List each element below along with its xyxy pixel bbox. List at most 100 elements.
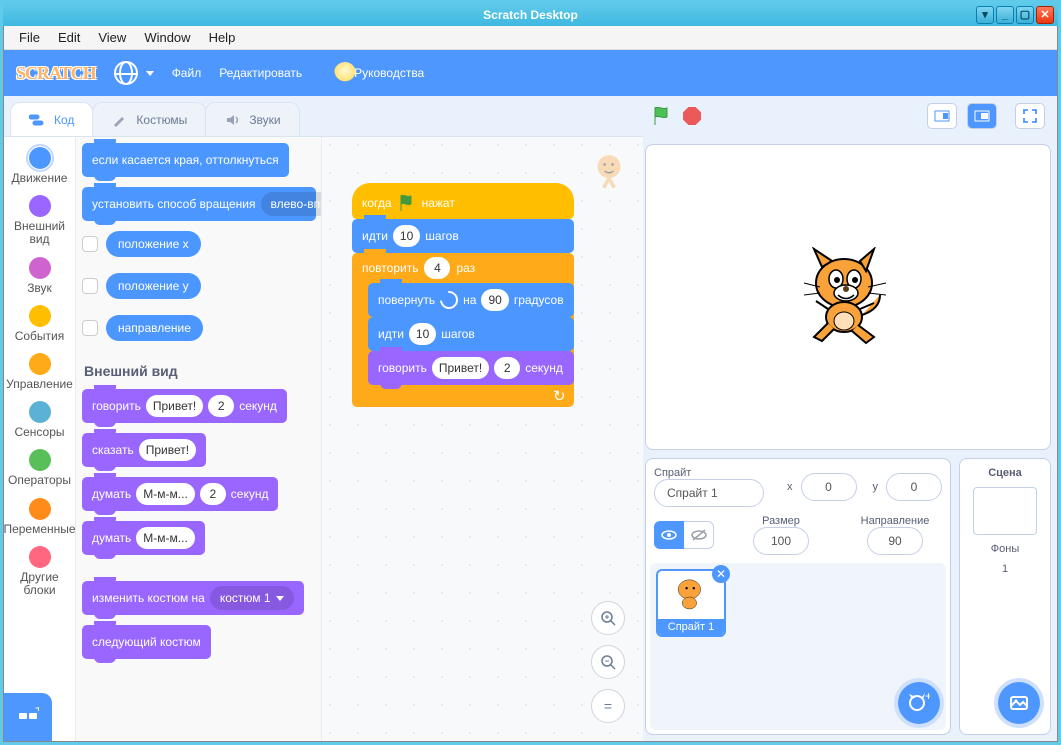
backdrop-thumb[interactable] — [973, 487, 1037, 535]
menu-file[interactable]: File — [10, 27, 49, 48]
repeat-n-input[interactable]: 4 — [424, 257, 450, 279]
size-label: Размер — [734, 515, 828, 527]
cat-variables-label: Переменные — [4, 523, 76, 536]
tab-code[interactable]: Код — [10, 102, 93, 136]
titlebar[interactable]: Scratch Desktop ▾ _ ▢ ✕ — [3, 3, 1058, 26]
checkbox-y[interactable] — [82, 278, 98, 294]
sprite-name-input[interactable]: Спрайт 1 — [654, 479, 764, 507]
say-msg-input[interactable]: Привет! — [146, 395, 203, 417]
block-palette[interactable]: если касается края, оттолкнуться установ… — [76, 137, 322, 741]
zoom-in-button[interactable] — [591, 601, 625, 635]
app-toolbar: SCRATCH Файл Редактировать Руководства — [4, 50, 1057, 96]
block-set-rotation[interactable]: установить способ вращениявлево-вправо — [82, 187, 316, 221]
menu-help[interactable]: Help — [200, 27, 245, 48]
hide-sprite-button[interactable] — [684, 521, 714, 549]
cat-motion[interactable]: Движение — [6, 143, 74, 189]
window-title: Scratch Desktop — [3, 8, 1058, 22]
block-switch-costume[interactable]: изменить костюм накостюм 1 — [82, 581, 304, 615]
block-move[interactable]: идти10шагов — [352, 219, 574, 253]
direction-input[interactable]: 90 — [867, 527, 923, 555]
script-canvas[interactable]: когданажат идти10шагов повторить4раз пов… — [322, 137, 643, 741]
think-sec-input[interactable]: 2 — [200, 483, 226, 505]
script-say-sec[interactable]: 2 — [494, 357, 520, 379]
toolbar-file[interactable]: Файл — [172, 66, 202, 80]
green-flag-button[interactable] — [651, 105, 673, 127]
cat-motion-label: Движение — [12, 172, 68, 185]
t: секунд — [525, 361, 563, 375]
reporter-position-x[interactable]: положение x — [106, 231, 201, 257]
cat-sound[interactable]: Звук — [6, 253, 74, 299]
say-msg-input2[interactable]: Привет! — [139, 439, 196, 461]
reporter-direction[interactable]: направление — [106, 315, 203, 341]
checkbox-dir[interactable] — [82, 320, 98, 336]
fullscreen-button[interactable] — [1015, 103, 1045, 129]
move-steps-input[interactable]: 10 — [393, 225, 420, 247]
cat-sensing[interactable]: Сенсоры — [6, 397, 74, 443]
cat-events-label: События — [15, 330, 65, 343]
x-input[interactable]: 0 — [801, 473, 857, 501]
cat-myblocks[interactable]: Другие блоки — [6, 542, 74, 601]
think-msg-input[interactable]: М-м-м... — [136, 483, 195, 505]
add-sprite-button[interactable]: + — [898, 682, 940, 724]
move2-steps-input[interactable]: 10 — [409, 323, 436, 345]
t: сказать — [92, 443, 134, 457]
script-say-msg[interactable]: Привет! — [432, 357, 489, 379]
zoom-reset-button[interactable]: = — [591, 689, 625, 723]
block-think[interactable]: думать М-м-м... — [82, 521, 205, 555]
globe-icon — [114, 61, 138, 85]
add-extension-button[interactable]: + — [4, 693, 52, 741]
tab-code-label: Код — [54, 113, 74, 127]
cat-events[interactable]: События — [6, 301, 74, 347]
costume-dropdown[interactable]: костюм 1 — [210, 586, 294, 610]
y-input[interactable]: 0 — [886, 473, 942, 501]
section-looks-title: Внешний вид — [84, 363, 321, 379]
menu-window[interactable]: Window — [135, 27, 199, 48]
script-stack[interactable]: когданажат идти10шагов повторить4раз пов… — [352, 183, 574, 407]
scratch-logo[interactable]: SCRATCH — [16, 63, 96, 84]
toolbar-edit[interactable]: Редактировать — [219, 66, 302, 80]
think-msg-input2[interactable]: М-м-м... — [136, 527, 195, 549]
sprite-thumb[interactable]: ✕ Спрайт 1 — [656, 569, 726, 637]
scene-panel: Сцена Фоны 1 — [959, 458, 1051, 735]
toolbar-tutorials[interactable]: Руководства — [334, 62, 424, 84]
tab-costumes[interactable]: Костюмы — [92, 102, 206, 136]
block-think-for[interactable]: думатьМ-м-м...2секунд — [82, 477, 278, 511]
cat-variables[interactable]: Переменные — [6, 494, 74, 540]
stage[interactable] — [645, 144, 1051, 450]
cat-looks[interactable]: Внешний вид — [6, 191, 74, 250]
rotation-style-dropdown[interactable]: влево-вправо — [261, 192, 322, 216]
menu-edit[interactable]: Edit — [49, 27, 89, 48]
scene-title: Сцена — [988, 467, 1022, 479]
block-say-script[interactable]: говоритьПривет!2секунд — [368, 351, 574, 385]
block-edge-bounce[interactable]: если касается края, оттолкнуться — [82, 143, 289, 177]
stop-button[interactable] — [683, 107, 701, 125]
checkbox-x[interactable] — [82, 236, 98, 252]
menu-view[interactable]: View — [89, 27, 135, 48]
block-next-costume[interactable]: следующий костюм — [82, 625, 211, 659]
tab-sounds[interactable]: Звуки — [205, 102, 299, 136]
t: думать — [92, 531, 131, 545]
add-backdrop-button[interactable] — [998, 682, 1040, 724]
cat-control[interactable]: Управление — [6, 349, 74, 395]
turn-deg-input[interactable]: 90 — [481, 289, 508, 311]
scratch-cat-sprite[interactable] — [800, 247, 896, 347]
delete-sprite-button[interactable]: ✕ — [712, 565, 730, 583]
block-move2[interactable]: идти10шагов — [368, 317, 574, 351]
say-sec-input[interactable]: 2 — [208, 395, 234, 417]
block-repeat[interactable]: повторить4раз повернутьна90градусов идти… — [352, 253, 574, 407]
zoom-out-button[interactable] — [591, 645, 625, 679]
stage-small-button[interactable] — [927, 103, 957, 129]
block-when-flag[interactable]: когданажат — [352, 183, 574, 219]
x-label: x — [787, 481, 793, 493]
t: нажат — [422, 196, 455, 210]
block-say-for[interactable]: говоритьПривет!2секунд — [82, 389, 287, 423]
block-turn[interactable]: повернутьна90градусов — [368, 283, 574, 317]
language-picker[interactable] — [114, 61, 154, 85]
block-say[interactable]: сказать Привет! — [82, 433, 206, 467]
show-sprite-button[interactable] — [654, 521, 684, 549]
t: повернуть — [378, 293, 435, 307]
stage-large-button[interactable] — [967, 103, 997, 129]
reporter-position-y[interactable]: положение y — [106, 273, 201, 299]
size-input[interactable]: 100 — [753, 527, 809, 555]
cat-operators[interactable]: Операторы — [6, 445, 74, 491]
